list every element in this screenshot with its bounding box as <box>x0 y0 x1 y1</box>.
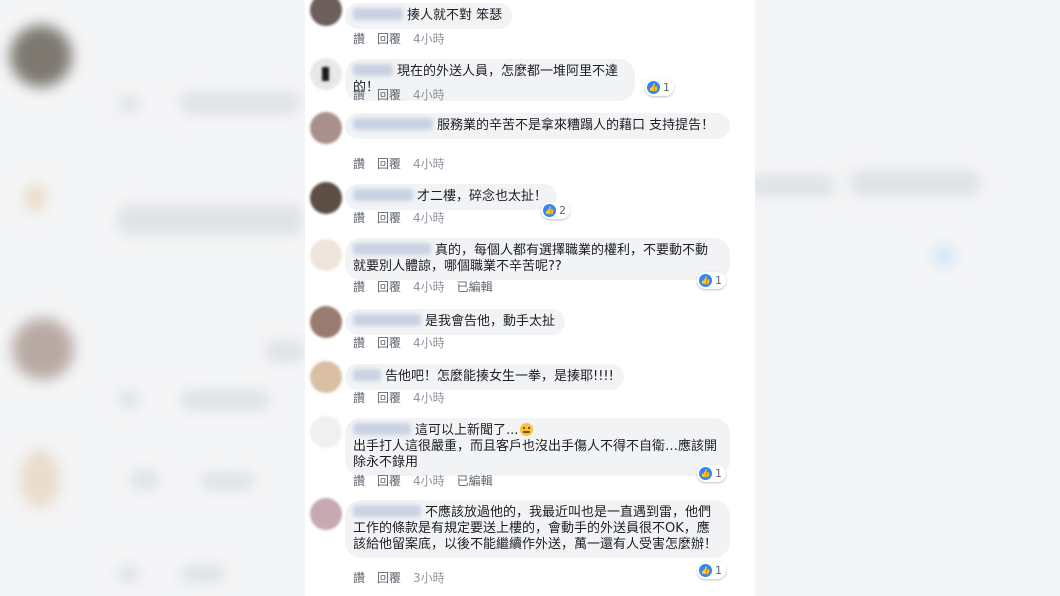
commenter-name[interactable] <box>353 189 413 201</box>
comment-timestamp[interactable]: 4小時 <box>413 157 445 171</box>
like-button[interactable]: 讚 <box>353 391 365 405</box>
sweat-smile-emoji-icon <box>520 423 534 436</box>
thumbs-up-icon: 👍 <box>647 81 660 94</box>
avatar[interactable] <box>310 361 342 393</box>
avatar[interactable] <box>310 182 342 214</box>
commenter-name[interactable] <box>353 118 433 130</box>
reaction-count[interactable]: 👍 2 <box>541 202 570 219</box>
comment-bubble: 告他吧！怎麼能揍女生一拳，是揍耶!!!! <box>345 364 624 390</box>
comment-bubble: 揍人就不對 笨瑟 <box>345 3 513 29</box>
blurred-background-right <box>755 0 1060 596</box>
comment-bubble: 真的，每個人都有選擇職業的權利，不要動不動就要別人體諒，哪個職業不辛苦呢?? <box>345 238 730 280</box>
thumbs-up-icon: 👍 <box>699 274 712 287</box>
comment-timestamp[interactable]: 4小時 <box>413 391 445 405</box>
like-button[interactable]: 讚 <box>353 571 365 585</box>
blurred-avatar <box>10 25 72 87</box>
like-button[interactable]: 讚 <box>353 336 365 350</box>
like-button[interactable]: 讚 <box>353 88 365 102</box>
comment-bubble: 這可以上新聞了... 出手打人這很嚴重，而且客戶也沒出手傷人不得不自衛…應該開除… <box>345 418 730 476</box>
avatar[interactable] <box>310 112 342 144</box>
comment-actions: 讚回覆 4小時 已編輯 <box>353 278 505 295</box>
reply-button[interactable]: 回覆 <box>377 336 401 350</box>
edited-label[interactable]: 已編輯 <box>457 280 493 294</box>
comment-text: 這可以上新聞了... <box>415 423 519 438</box>
comment-text: 是我會告他，動手太扯 <box>425 314 556 329</box>
comment-actions: 讚回覆 4小時 <box>353 334 457 351</box>
comment-timestamp[interactable]: 4小時 <box>413 211 445 225</box>
thumbs-up-icon: 👍 <box>699 467 712 480</box>
like-button[interactable]: 讚 <box>353 280 365 294</box>
avatar[interactable] <box>310 0 342 26</box>
comment-text: 揍人就不對 笨瑟 <box>407 8 503 23</box>
like-button[interactable]: 讚 <box>353 157 365 171</box>
commenter-name[interactable] <box>353 64 393 76</box>
reply-button[interactable]: 回覆 <box>377 474 401 488</box>
comment-actions: 讚回覆 4小時 已編輯 <box>353 472 505 489</box>
comment-actions: 讚回覆 4小時 <box>353 30 457 47</box>
commenter-name[interactable] <box>353 505 421 517</box>
reply-button[interactable]: 回覆 <box>377 280 401 294</box>
blurred-background-left <box>0 0 305 596</box>
comment-actions: 讚回覆 4小時 <box>353 86 457 103</box>
blurred-avatar <box>12 318 74 380</box>
comment-text: 才二樓，碎念也太扯！ <box>417 189 548 204</box>
like-button[interactable]: 讚 <box>353 32 365 46</box>
reaction-count[interactable]: 👍 1 <box>645 79 674 96</box>
comment-actions: 讚回覆 3小時 <box>353 569 457 586</box>
comment-timestamp[interactable]: 4小時 <box>413 88 445 102</box>
comment-timestamp[interactable]: 3小時 <box>413 571 445 585</box>
thumbs-up-icon: 👍 <box>543 204 556 217</box>
reply-button[interactable]: 回覆 <box>377 157 401 171</box>
avatar[interactable] <box>310 498 342 530</box>
commenter-name[interactable] <box>353 369 381 381</box>
reaction-count[interactable]: 👍 1 <box>697 465 726 482</box>
comment-text: 出手打人這很嚴重，而且客戶也沒出手傷人不得不自衛…應該開除永不錄用 <box>353 439 718 470</box>
comment-actions: 讚回覆 4小時 <box>353 209 457 226</box>
comment-text: 服務業的辛苦不是拿來糟蹋人的藉口 支持提告！ <box>437 118 715 133</box>
comment-bubble: 是我會告他，動手太扯 <box>345 309 566 335</box>
comment-timestamp[interactable]: 4小時 <box>413 32 445 46</box>
comment-text: 告他吧！怎麼能揍女生一拳，是揍耶!!!! <box>385 369 614 384</box>
comment-feed: 揍人就不對 笨瑟 讚回覆 4小時 現在的外送人員，怎麼都一堆阿里不達的！ 👍 1 讚… <box>305 0 755 596</box>
comment-bubble: 才二樓，碎念也太扯！ <box>345 184 558 210</box>
avatar[interactable] <box>310 306 342 338</box>
comment-actions: 讚回覆 4小時 <box>353 389 457 406</box>
reply-button[interactable]: 回覆 <box>377 88 401 102</box>
like-button[interactable]: 讚 <box>353 474 365 488</box>
thumbs-up-icon: 👍 <box>699 564 712 577</box>
reply-button[interactable]: 回覆 <box>377 32 401 46</box>
edited-label[interactable]: 已編輯 <box>457 474 493 488</box>
comment-actions: 讚回覆 4小時 <box>353 155 457 172</box>
comment-timestamp[interactable]: 4小時 <box>413 280 445 294</box>
reply-button[interactable]: 回覆 <box>377 571 401 585</box>
reaction-count[interactable]: 👍 1 <box>697 562 726 579</box>
like-button[interactable]: 讚 <box>353 211 365 225</box>
commenter-name[interactable] <box>353 314 421 326</box>
reply-button[interactable]: 回覆 <box>377 391 401 405</box>
commenter-name[interactable] <box>353 8 403 20</box>
avatar[interactable] <box>310 239 342 271</box>
avatar[interactable] <box>310 416 342 448</box>
avatar[interactable] <box>310 58 342 90</box>
reaction-count[interactable]: 👍 1 <box>697 272 726 289</box>
comment-bubble: 不應該放過他的，我最近叫也是一直遇到雷，他們工作的條款是有規定要送上樓的，會動手… <box>345 500 730 558</box>
commenter-name[interactable] <box>353 423 411 435</box>
commenter-name[interactable] <box>353 243 431 255</box>
comment-bubble: 服務業的辛苦不是拿來糟蹋人的藉口 支持提告！ <box>345 113 730 139</box>
comment-timestamp[interactable]: 4小時 <box>413 474 445 488</box>
reply-button[interactable]: 回覆 <box>377 211 401 225</box>
comment-timestamp[interactable]: 4小時 <box>413 336 445 350</box>
